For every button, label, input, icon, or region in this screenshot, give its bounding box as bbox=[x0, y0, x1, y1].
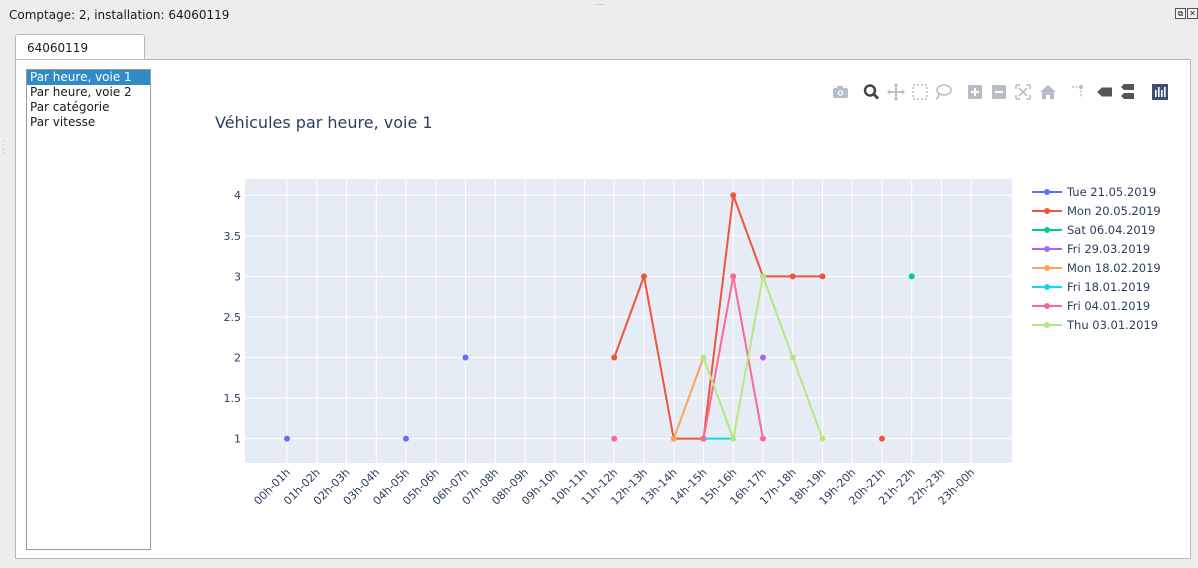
spike-lines-icon[interactable] bbox=[1072, 84, 1084, 98]
zoom-in-icon[interactable] bbox=[968, 85, 982, 99]
left-resize-grip[interactable]: · · · · bbox=[2, 138, 6, 158]
data-point[interactable] bbox=[611, 354, 618, 361]
hover-closest-icon[interactable] bbox=[1097, 87, 1112, 97]
legend-label: Fri 04.01.2019 bbox=[1067, 299, 1150, 313]
series-3 bbox=[760, 354, 766, 361]
legend-label: Mon 20.05.2019 bbox=[1067, 204, 1161, 218]
data-point[interactable] bbox=[789, 354, 796, 361]
data-point[interactable] bbox=[730, 435, 737, 442]
data-point[interactable] bbox=[700, 354, 707, 361]
autoscale-icon[interactable] bbox=[1015, 84, 1031, 100]
legend-marker bbox=[1044, 189, 1050, 195]
legend-marker bbox=[1044, 303, 1050, 309]
legend-label: Fri 18.01.2019 bbox=[1067, 280, 1150, 294]
restore-icon[interactable]: ⧉ bbox=[1175, 8, 1186, 19]
chart-svg: Véhicules par heure, voie 1 1 1.5 2 2.5 3 3.5 4… bbox=[215, 83, 1168, 508]
legend-marker bbox=[1044, 265, 1050, 271]
zoom-icon[interactable] bbox=[863, 84, 880, 100]
y-tick-label: 2 bbox=[234, 352, 241, 365]
legend-item[interactable]: Mon 20.05.2019 bbox=[1032, 204, 1161, 218]
data-point[interactable] bbox=[879, 435, 885, 442]
legend-marker bbox=[1044, 246, 1050, 252]
close-icon[interactable]: ✕ bbox=[1187, 8, 1198, 19]
y-tick-label: 2.5 bbox=[224, 311, 242, 324]
y-tick-label: 1 bbox=[234, 433, 241, 446]
legend-item[interactable]: Mon 18.02.2019 bbox=[1032, 261, 1161, 275]
legend-item[interactable]: Fri 18.01.2019 bbox=[1032, 280, 1150, 294]
legend-marker bbox=[1044, 208, 1050, 214]
y-tick-label: 3.5 bbox=[224, 230, 242, 243]
list-item-par-heure-voie-2[interactable]: Par heure, voie 2 bbox=[27, 85, 150, 100]
hover-compare-icon[interactable] bbox=[1121, 84, 1134, 99]
pan-icon[interactable] bbox=[887, 83, 905, 101]
legend-label: Fri 29.03.2019 bbox=[1067, 242, 1150, 256]
list-item-par-categorie[interactable]: Par catégorie bbox=[27, 100, 150, 115]
data-point[interactable] bbox=[730, 273, 737, 280]
data-point[interactable] bbox=[670, 435, 677, 442]
y-tick-label: 3 bbox=[234, 270, 241, 283]
legend-item[interactable]: Thu 03.01.2019 bbox=[1032, 318, 1158, 332]
data-point[interactable] bbox=[908, 273, 915, 280]
tab-64060119[interactable]: 64060119 bbox=[15, 34, 145, 60]
legend-label: Mon 18.02.2019 bbox=[1067, 261, 1161, 275]
list-item-par-vitesse[interactable]: Par vitesse bbox=[27, 115, 150, 130]
data-point[interactable] bbox=[641, 273, 647, 280]
data-point[interactable] bbox=[284, 435, 290, 442]
data-point[interactable] bbox=[819, 435, 826, 442]
series-2 bbox=[908, 273, 915, 280]
data-point[interactable] bbox=[789, 273, 796, 280]
legend-label: Tue 21.05.2019 bbox=[1066, 185, 1156, 199]
chart-title: Véhicules par heure, voie 1 bbox=[215, 113, 433, 132]
data-point[interactable] bbox=[403, 435, 409, 442]
modebar bbox=[833, 83, 1168, 101]
data-point[interactable] bbox=[611, 435, 618, 442]
legend-marker bbox=[1044, 227, 1050, 233]
list-item-par-heure-voie-1[interactable]: Par heure, voie 1 bbox=[27, 70, 150, 85]
lasso-select-icon[interactable] bbox=[935, 84, 952, 100]
view-list[interactable]: Par heure, voie 1 Par heure, voie 2 Par … bbox=[26, 69, 151, 550]
plot-area: Véhicules par heure, voie 1 1 1.5 2 2.5 3 3.5 4… bbox=[160, 70, 1185, 550]
legend-marker bbox=[1044, 322, 1050, 328]
legend-item[interactable]: Fri 04.01.2019 bbox=[1032, 299, 1150, 313]
legend-item[interactable]: Tue 21.05.2019 bbox=[1032, 185, 1156, 199]
legend-item[interactable]: Sat 06.04.2019 bbox=[1032, 223, 1155, 237]
top-resize-grip[interactable]: ⋯ bbox=[596, 0, 605, 9]
window-titlebar: Comptage: 2, installation: 64060119 ⋯ ⧉ … bbox=[0, 0, 1198, 30]
data-point[interactable] bbox=[760, 354, 766, 361]
window-title: Comptage: 2, installation: 64060119 bbox=[9, 8, 230, 22]
legend-item[interactable]: Fri 29.03.2019 bbox=[1032, 242, 1150, 256]
y-tick-label: 1.5 bbox=[224, 392, 242, 405]
tab-label: 64060119 bbox=[27, 41, 89, 55]
zoom-out-icon[interactable] bbox=[992, 85, 1006, 99]
legend-label: Thu 03.01.2019 bbox=[1066, 318, 1158, 332]
data-point[interactable] bbox=[760, 435, 766, 442]
data-point[interactable] bbox=[760, 273, 766, 280]
camera-icon[interactable] bbox=[833, 86, 848, 98]
data-point[interactable] bbox=[819, 273, 826, 280]
y-tick-label: 4 bbox=[234, 189, 241, 202]
plotly-logo-icon[interactable] bbox=[1152, 84, 1168, 100]
legend-label: Sat 06.04.2019 bbox=[1067, 223, 1155, 237]
data-point[interactable] bbox=[462, 354, 469, 361]
reset-axes-icon[interactable] bbox=[1040, 85, 1056, 99]
data-point[interactable] bbox=[700, 435, 707, 442]
box-select-icon[interactable] bbox=[912, 84, 928, 100]
legend-marker bbox=[1044, 284, 1050, 290]
data-point[interactable] bbox=[730, 192, 737, 199]
